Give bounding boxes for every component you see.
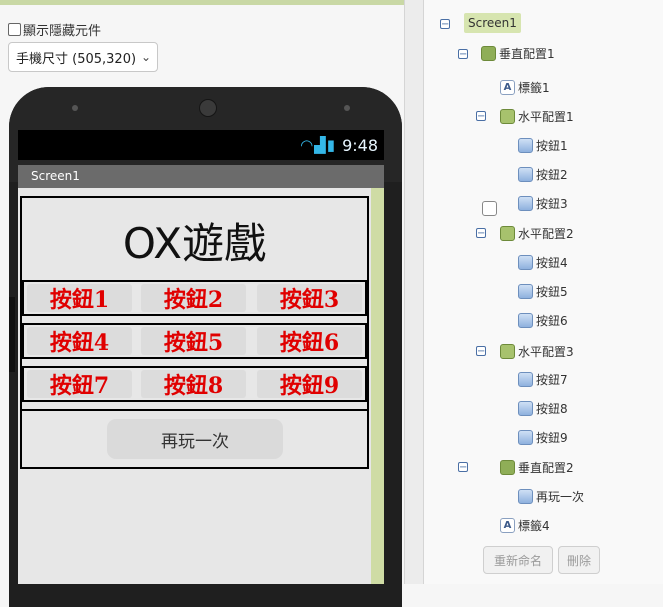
button-8[interactable]: 按鈕8 [141,370,246,399]
horizontal-arrangement-icon [500,344,515,359]
tree-screen1[interactable]: Screen1 [464,13,521,216]
vertical-arrangement-2[interactable]: 再玩一次 [22,409,367,469]
button-icon [518,313,533,328]
tree-label: 垂直配置1 [499,47,555,61]
tree-label: 按鈕1 [536,139,568,153]
show-hidden-checkbox[interactable] [8,23,21,36]
rename-button[interactable]: 重新命名 [483,546,553,574]
tree-vertical-arrangement-1[interactable]: 垂直配置1 [481,45,555,62]
tree-label: 按鈕5 [536,285,568,299]
tree-play-again-button[interactable]: 再玩一次 [518,488,584,505]
tree-label: 水平配置3 [518,345,574,359]
tree-label: 標籤1 [518,81,550,95]
tree-label: 按鈕8 [536,402,568,416]
button-icon [518,430,533,445]
tree-vertical-arrangement-2[interactable]: 垂直配置2 [500,459,574,476]
button-icon [518,255,533,270]
button-icon [518,401,533,416]
button-2[interactable]: 按鈕2 [141,284,246,313]
collapse-icon[interactable]: − [476,111,486,122]
tree-label: 按鈕6 [536,314,568,328]
tree-label: 水平配置1 [518,110,574,124]
speaker-icon [199,99,217,117]
tree-label: 水平配置2 [518,227,574,241]
button-6[interactable]: 按鈕6 [257,327,362,356]
button-icon [518,167,533,182]
collapse-icon[interactable]: − [476,228,486,239]
tree-button-7[interactable]: 按鈕7 [518,371,568,388]
button-1[interactable]: 按鈕1 [27,284,132,313]
horizontal-arrangement-icon [500,109,515,124]
tree-label: 標籤4 [518,519,550,533]
tree-button-1[interactable]: 按鈕1 [518,137,568,154]
label-icon: A [500,518,515,533]
button-7[interactable]: 按鈕7 [27,370,132,399]
button-9[interactable]: 按鈕9 [257,370,362,399]
phone-side-button [9,297,15,372]
tree-horizontal-arrangement-1[interactable]: 水平配置1 [500,108,574,125]
tree-label: Screen1 [468,16,517,30]
tree-label: 按鈕9 [536,431,568,445]
button-icon [518,372,533,387]
tree-label: 垂直配置2 [518,461,574,475]
tree-label: 按鈕3 [536,197,568,211]
button-icon [518,489,533,504]
wifi-signal-battery-icon: ◠▟▮ [300,136,337,154]
button-icon [518,138,533,153]
tree-horizontal-arrangement-3[interactable]: 水平配置3 [500,343,574,360]
collapse-icon[interactable]: − [440,19,450,30]
screen-scroll-strip [371,188,384,584]
tree-button-9[interactable]: 按鈕9 [518,429,568,446]
chevron-down-icon: ⌄ [140,50,151,64]
button-3[interactable]: 按鈕3 [257,284,362,313]
tree-button-5[interactable]: 按鈕5 [518,283,568,300]
button-icon [518,196,533,211]
front-camera-icon [72,105,78,111]
status-time: 9:48 [342,135,378,155]
tree-button-4[interactable]: 按鈕4 [518,254,568,271]
horizontal-arrangement-1[interactable]: 按鈕1 按鈕2 按鈕3 [22,280,367,316]
tree-label: 再玩一次 [536,490,585,504]
label-icon: A [500,80,515,95]
phone-status-bar: ◠▟▮ 9:48 [18,130,384,160]
tree-label: 按鈕4 [536,256,568,270]
play-again-button[interactable]: 再玩一次 [107,419,283,459]
vertical-arrangement-icon [481,46,496,61]
device-size-value: 手機尺寸 (505,320) [16,51,137,67]
collapse-icon[interactable]: − [458,462,468,473]
collapse-icon[interactable]: − [458,49,468,60]
horizontal-arrangement-3[interactable]: 按鈕7 按鈕8 按鈕9 [22,366,367,402]
sensor-icon [344,105,350,111]
screen-title-bar: Screen1 [18,165,384,188]
button-5[interactable]: 按鈕5 [141,327,246,356]
show-hidden-components[interactable]: 顯示隱藏元件 [8,20,101,39]
tree-horizontal-arrangement-2[interactable]: 水平配置2 [500,225,574,242]
tree-label: 按鈕2 [536,168,568,182]
device-size-select[interactable]: 手機尺寸 (505,320) ⌄ [8,42,158,72]
delete-button[interactable]: 刪除 [558,546,600,574]
horizontal-arrangement-2[interactable]: 按鈕4 按鈕5 按鈕6 [22,323,367,359]
tree-button-2[interactable]: 按鈕2 [518,166,568,183]
tree-label: 按鈕7 [536,373,568,387]
screen-icon [482,201,497,216]
button-icon [518,284,533,299]
vertical-arrangement-icon [500,460,515,475]
components-panel: − Screen1 − 垂直配置1 A 標籤1 − 水平配置1 按鈕1 按鈕2 … [424,0,663,584]
tree-button-8[interactable]: 按鈕8 [518,400,568,417]
vertical-arrangement-1[interactable]: OX遊戲 按鈕1 按鈕2 按鈕3 按鈕4 按鈕5 按鈕6 按鈕7 按鈕8 按鈕9… [20,196,369,469]
tree-button-3[interactable]: 按鈕3 [518,195,568,212]
collapse-icon[interactable]: − [476,346,486,357]
tree-button-6[interactable]: 按鈕6 [518,312,568,329]
tree-label-1[interactable]: A 標籤1 [500,79,550,96]
game-title-label: OX遊戲 [122,219,267,268]
button-4[interactable]: 按鈕4 [27,327,132,356]
horizontal-arrangement-icon [500,226,515,241]
show-hidden-label: 顯示隱藏元件 [23,24,102,39]
tree-label-4[interactable]: A 標籤4 [500,517,550,534]
pane-divider[interactable] [404,0,424,584]
